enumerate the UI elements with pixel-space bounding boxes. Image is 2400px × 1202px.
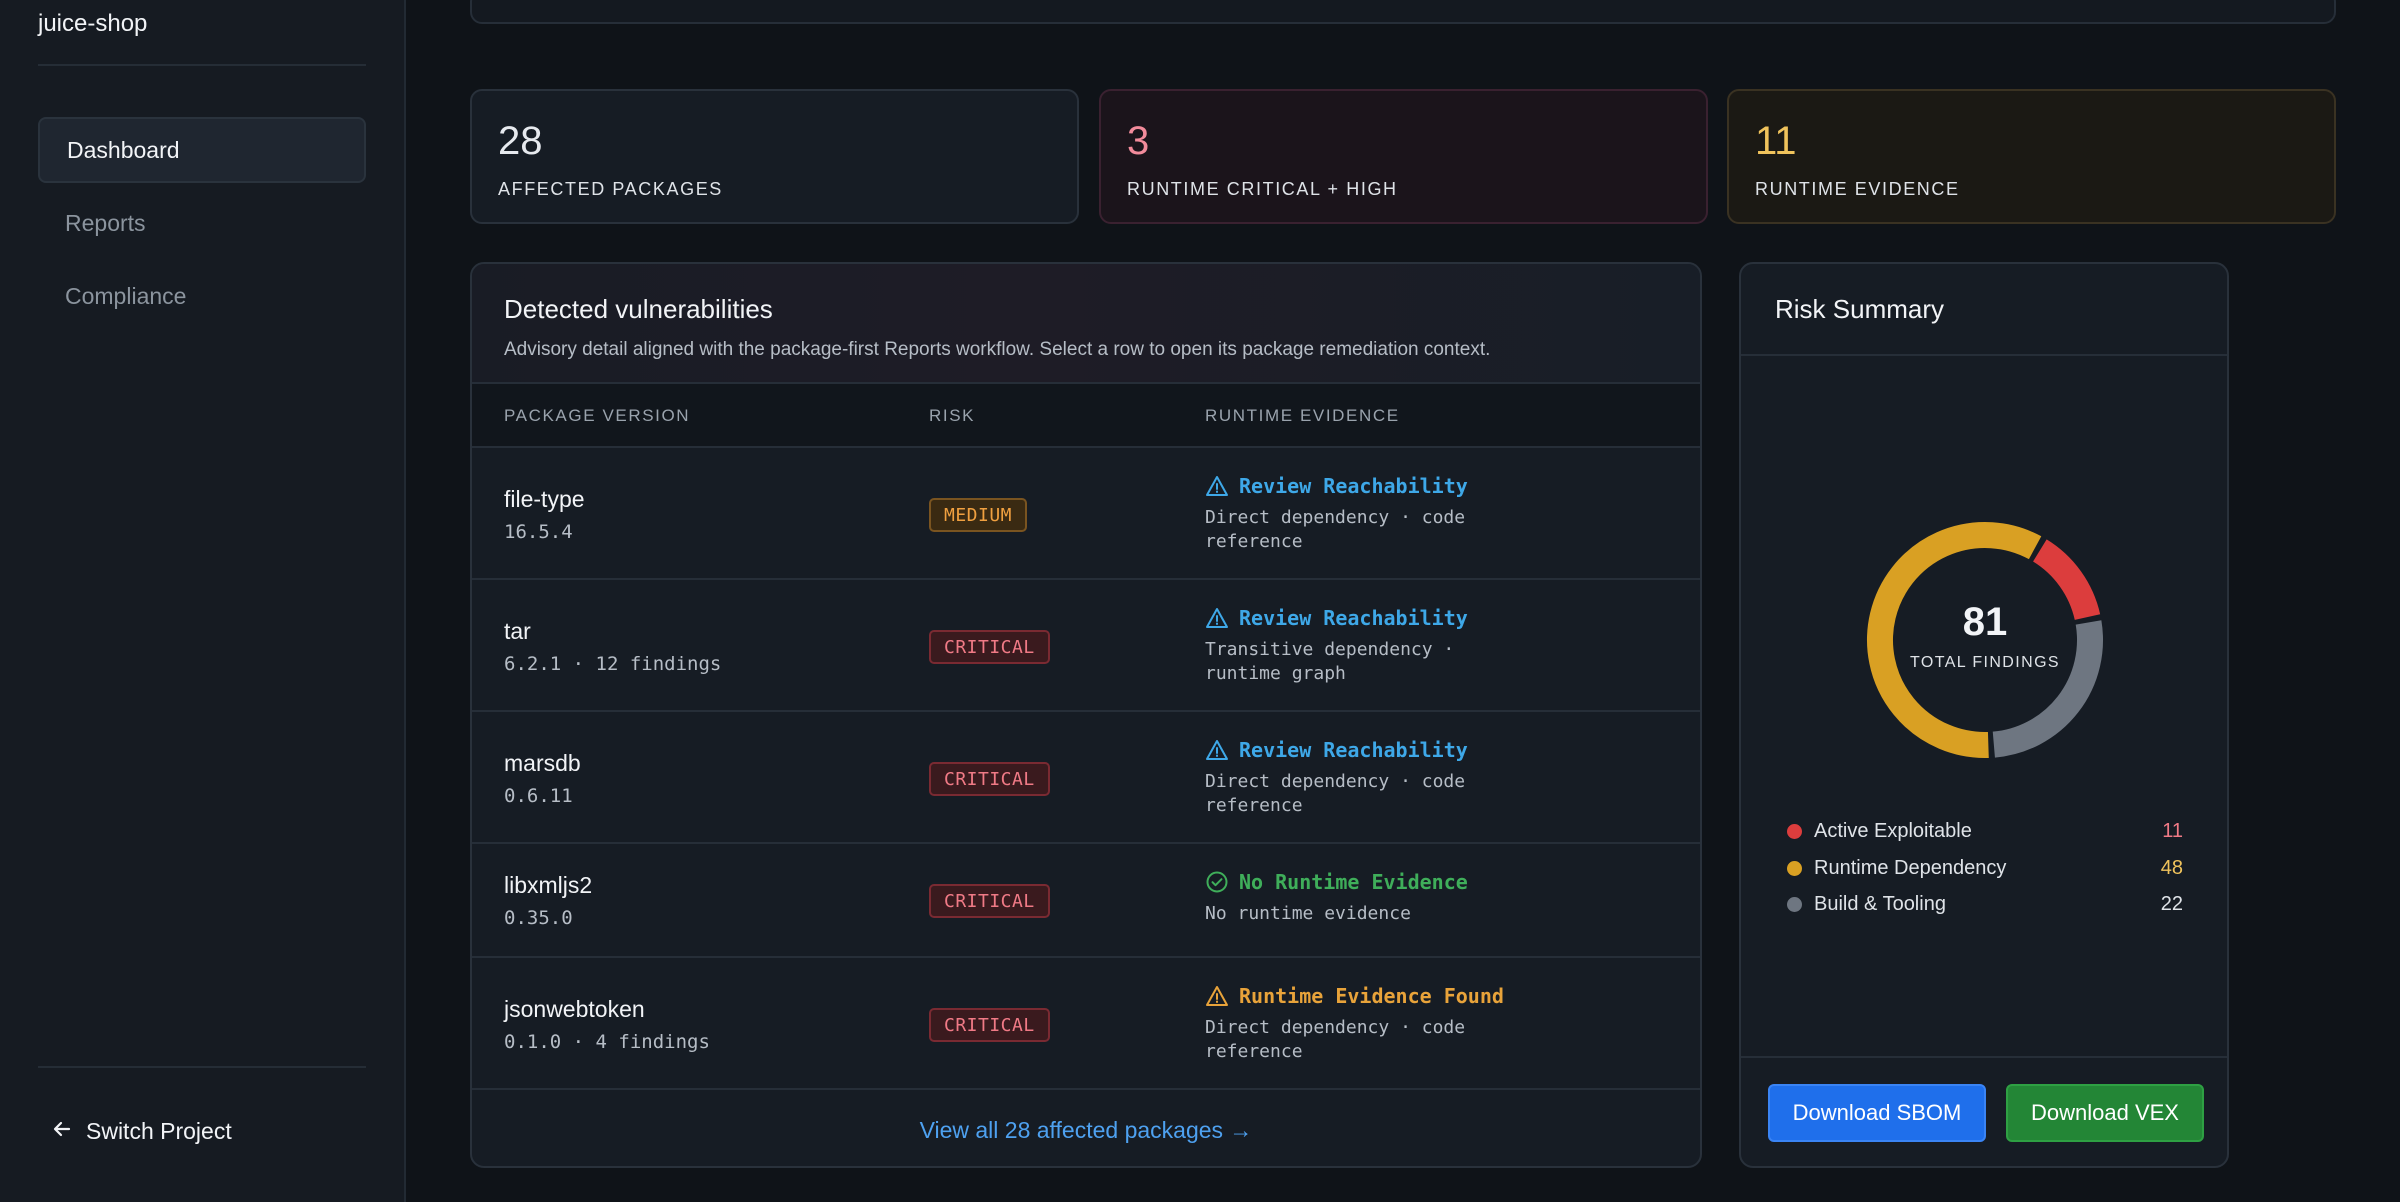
legend-item-active-exploitable: Active Exploitable 11 — [1787, 816, 2183, 846]
detected-vulnerabilities-panel: Detected vulnerabilities Advisory detail… — [470, 262, 1702, 1168]
panel-title: Detected vulnerabilities — [504, 294, 773, 324]
legend-value: 11 — [2162, 819, 2183, 842]
check-circle-icon — [1206, 871, 1228, 893]
panel-subtitle: Advisory detail aligned with the package… — [504, 339, 1491, 360]
stat-card-runtime-critical-high: 3 RUNTIME CRITICAL + HIGH — [1099, 89, 1708, 224]
legend-label: Runtime Dependency — [1814, 856, 2007, 879]
total-findings-value: 81 — [1962, 600, 2008, 644]
warning-triangle-icon — [1206, 986, 1228, 1006]
stat-card-runtime-evidence: 11 RUNTIME EVIDENCE — [1727, 89, 2336, 224]
sidebar-item-compliance[interactable]: Compliance — [38, 263, 366, 329]
project-name: juice-shop — [38, 10, 148, 37]
risk-badge: CRITICAL — [929, 884, 1050, 918]
table-header: PACKAGE VERSION RISK RUNTIME EVIDENCE — [472, 384, 1700, 448]
sidebar-item-dashboard[interactable]: Dashboard — [38, 117, 366, 183]
warning-triangle-icon — [1206, 608, 1228, 628]
evidence-detail: Direct dependency · code reference — [1205, 1017, 1466, 1062]
switch-project-button[interactable]: Switch Project — [52, 1118, 232, 1145]
package-version: 0.1.0 · 4 findings — [504, 1031, 710, 1053]
evidence-detail: Direct dependency · code reference — [1205, 507, 1466, 552]
table-row[interactable]: jsonwebtoken 0.1.0 · 4 findings CRITICAL… — [472, 958, 1700, 1090]
evidence-detail: Direct dependency · code reference — [1205, 771, 1466, 816]
risk-badge: CRITICAL — [929, 1008, 1050, 1042]
stat-label: RUNTIME CRITICAL + HIGH — [1127, 179, 1398, 199]
risk-badge: CRITICAL — [929, 762, 1050, 796]
legend-value: 48 — [2160, 856, 2183, 879]
top-panel — [470, 0, 2336, 24]
evidence-title: Runtime Evidence Found — [1239, 984, 1504, 1008]
sidebar-item-reports[interactable]: Reports — [38, 190, 366, 256]
panel-divider — [1741, 354, 2227, 356]
stat-label: RUNTIME EVIDENCE — [1755, 179, 1960, 199]
stat-value: 28 — [498, 119, 543, 163]
table-row[interactable]: tar 6.2.1 · 12 findings CRITICAL Review … — [472, 580, 1700, 712]
stat-value: 3 — [1127, 119, 1150, 163]
package-name: jsonwebtoken — [504, 996, 645, 1022]
legend-dot — [1787, 860, 1802, 876]
table-row[interactable]: libxmljs2 0.35.0 CRITICAL No Runtime Evi… — [472, 844, 1700, 958]
column-header-runtime-evidence: RUNTIME EVIDENCE — [1205, 406, 1400, 425]
column-header-package-version: PACKAGE VERSION — [504, 406, 691, 425]
switch-project-label: Switch Project — [86, 1118, 232, 1144]
evidence-link[interactable]: Runtime Evidence Found — [1205, 984, 1504, 1008]
evidence-link[interactable]: Review Reachability — [1205, 738, 1468, 762]
evidence-title: Review Reachability — [1239, 738, 1468, 762]
evidence-title: Review Reachability — [1239, 606, 1468, 630]
package-name: file-type — [504, 486, 585, 512]
evidence-title: Review Reachability — [1239, 474, 1468, 498]
warning-triangle-icon — [1206, 476, 1228, 496]
download-sbom-button[interactable]: Download SBOM — [1768, 1084, 1986, 1142]
evidence-title: No Runtime Evidence — [1239, 870, 1468, 894]
legend-label: Build & Tooling — [1814, 892, 1946, 915]
evidence-link[interactable]: No Runtime Evidence — [1205, 870, 1468, 894]
view-all-packages-link[interactable]: View all 28 affected packages → — [472, 1117, 1700, 1144]
evidence-link[interactable]: Review Reachability — [1205, 474, 1468, 498]
evidence-link[interactable]: Review Reachability — [1205, 606, 1468, 630]
legend-label: Active Exploitable — [1814, 819, 1972, 842]
table-row[interactable]: marsdb 0.6.11 CRITICAL Review Reachabili… — [472, 712, 1700, 844]
risk-summary-panel: Risk Summary 81 TOTAL FINDINGS Active Ex… — [1739, 262, 2229, 1168]
package-name: marsdb — [504, 750, 581, 776]
total-findings-label: TOTAL FINDINGS — [1910, 654, 2060, 671]
package-version: 16.5.4 — [504, 521, 573, 543]
package-version: 0.6.11 — [504, 785, 573, 807]
panel-header: Detected vulnerabilities Advisory detail… — [472, 264, 1700, 384]
package-name: libxmljs2 — [504, 872, 593, 898]
evidence-detail: Transitive dependency · runtime graph — [1205, 639, 1455, 684]
download-vex-button[interactable]: Download VEX — [2006, 1084, 2204, 1142]
table-row[interactable]: file-type 16.5.4 MEDIUM Review Reachabil… — [472, 448, 1700, 580]
sidebar-divider — [38, 1066, 366, 1068]
package-version: 6.2.1 · 12 findings — [504, 653, 722, 675]
legend-dot — [1787, 896, 1802, 912]
legend-item-build-tooling: Build & Tooling 22 — [1787, 889, 2183, 919]
evidence-detail: No runtime evidence — [1205, 903, 1411, 924]
risk-badge: MEDIUM — [929, 498, 1028, 532]
panel-divider — [1741, 1056, 2227, 1058]
package-name: tar — [504, 618, 531, 644]
stat-value: 11 — [1755, 119, 1797, 163]
stat-card-affected-packages: 28 AFFECTED PACKAGES — [470, 89, 1079, 224]
warning-triangle-icon — [1206, 740, 1228, 760]
panel-title: Risk Summary — [1775, 294, 1945, 324]
legend-value: 22 — [2160, 892, 2183, 915]
column-header-risk: RISK — [929, 406, 976, 425]
stat-label: AFFECTED PACKAGES — [498, 179, 723, 199]
legend-item-runtime-dependency: Runtime Dependency 48 — [1787, 853, 2183, 883]
package-version: 0.35.0 — [504, 907, 573, 929]
legend-dot — [1787, 823, 1802, 839]
risk-badge: CRITICAL — [929, 630, 1050, 664]
sidebar: juice-shop Dashboard Reports Compliance … — [0, 0, 406, 1202]
arrow-left-icon — [52, 1118, 72, 1145]
sidebar-divider — [38, 64, 366, 66]
